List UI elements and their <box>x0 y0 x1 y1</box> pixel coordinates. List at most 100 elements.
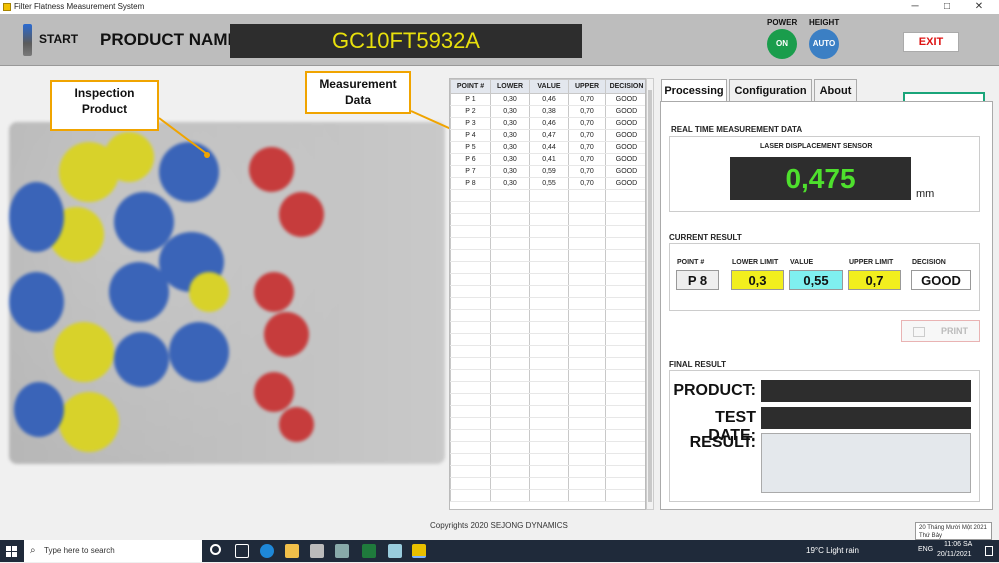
table-row[interactable] <box>450 465 645 478</box>
table-row[interactable] <box>450 405 645 418</box>
table-scroll-thumb[interactable] <box>648 90 652 502</box>
excel-icon[interactable] <box>362 544 376 558</box>
table-row[interactable]: P 6 0,30 0,41 0,70 GOOD <box>450 153 645 166</box>
table-row[interactable]: P 5 0,30 0,44 0,70 GOOD <box>450 141 645 154</box>
table-row[interactable] <box>450 237 645 250</box>
table-cell: P 6 <box>450 153 491 166</box>
table-cell <box>450 453 491 466</box>
table-row[interactable] <box>450 225 645 238</box>
table-cell <box>568 417 606 430</box>
table-cell <box>568 225 606 238</box>
table-cell <box>605 273 645 286</box>
sensor-value-display: 0,475 <box>730 157 911 200</box>
table-row[interactable] <box>450 489 645 502</box>
column-header[interactable]: UPPER <box>568 79 606 94</box>
table-cell: 0,38 <box>529 105 569 118</box>
table-row[interactable] <box>450 333 645 346</box>
table-cell: GOOD <box>605 117 645 130</box>
table-row[interactable]: P 2 0,30 0,38 0,70 GOOD <box>450 105 645 118</box>
column-header[interactable]: LOWER <box>490 79 530 94</box>
table-row[interactable] <box>450 345 645 358</box>
language-indicator[interactable]: ENG <box>918 546 933 553</box>
taskbar-search-input[interactable]: ⌕ Type here to search <box>24 540 202 562</box>
edge-icon[interactable] <box>260 544 274 558</box>
table-row[interactable] <box>450 201 645 214</box>
table-row[interactable] <box>450 297 645 310</box>
clock-time[interactable]: 11:06 SA <box>944 541 972 548</box>
table-cell <box>605 225 645 238</box>
task-view-icon[interactable] <box>235 544 249 558</box>
windows-start-icon[interactable] <box>6 545 18 557</box>
table-row[interactable] <box>450 417 645 430</box>
table-row[interactable] <box>450 477 645 490</box>
table-cell <box>568 321 606 334</box>
table-cell <box>529 429 569 442</box>
table-cell: 0,47 <box>529 129 569 142</box>
table-row[interactable] <box>450 213 645 226</box>
lower-limit-value: 0,3 <box>731 270 784 290</box>
notification-icon[interactable] <box>985 546 993 556</box>
monitor-icon[interactable] <box>335 544 349 558</box>
table-row[interactable] <box>450 357 645 370</box>
table-cell <box>568 453 606 466</box>
table-row[interactable] <box>450 285 645 298</box>
table-cell: P 7 <box>450 165 491 178</box>
table-cell <box>529 309 569 322</box>
cortana-icon[interactable] <box>210 544 221 555</box>
table-row[interactable] <box>450 453 645 466</box>
table-cell <box>605 285 645 298</box>
table-cell <box>450 249 491 262</box>
table-row[interactable]: P 7 0,30 0,59 0,70 GOOD <box>450 165 645 178</box>
table-cell <box>450 441 491 454</box>
table-row[interactable] <box>450 309 645 322</box>
table-row[interactable] <box>450 261 645 274</box>
table-row[interactable]: P 8 0,30 0,55 0,70 GOOD <box>450 177 645 190</box>
app-icon-2[interactable] <box>388 544 402 558</box>
table-cell <box>529 321 569 334</box>
table-row[interactable] <box>450 273 645 286</box>
table-cell: GOOD <box>605 141 645 154</box>
table-cell: 0,46 <box>529 93 569 106</box>
table-cell: 0,46 <box>529 117 569 130</box>
column-header[interactable]: DECISION <box>605 79 645 94</box>
table-row[interactable]: P 3 0,30 0,46 0,70 GOOD <box>450 117 645 130</box>
table-row[interactable] <box>450 249 645 262</box>
table-row[interactable] <box>450 189 645 202</box>
table-row[interactable]: P 4 0,30 0,47 0,70 GOOD <box>450 129 645 142</box>
table-row[interactable] <box>450 429 645 442</box>
table-cell <box>605 213 645 226</box>
store-icon[interactable] <box>310 544 324 558</box>
decision-label: DECISION <box>912 259 946 266</box>
table-cell <box>529 285 569 298</box>
tab-processing[interactable]: Processing <box>661 79 727 101</box>
table-row[interactable] <box>450 441 645 454</box>
file-explorer-icon[interactable] <box>285 544 299 558</box>
table-row[interactable] <box>450 381 645 394</box>
current-result-title: CURRENT RESULT <box>669 233 742 242</box>
table-cell <box>450 201 491 214</box>
table-row[interactable] <box>450 321 645 334</box>
lower-limit-label: LOWER LIMIT <box>732 259 779 266</box>
final-result-label: RESULT: <box>689 434 756 451</box>
table-cell <box>568 201 606 214</box>
table-cell <box>490 477 530 490</box>
column-header[interactable]: POINT # <box>450 79 491 94</box>
final-test-date-value <box>761 407 971 429</box>
table-cell <box>605 357 645 370</box>
table-cell: 0,70 <box>568 105 606 118</box>
column-header[interactable]: VALUE <box>529 79 569 94</box>
print-button[interactable]: PRINT <box>901 320 980 342</box>
clock-date[interactable]: 20/11/2021 <box>937 551 972 558</box>
table-cell <box>490 381 530 394</box>
final-product-label: PRODUCT: <box>673 382 756 399</box>
tab-about[interactable]: About <box>814 79 857 101</box>
tab-configuration[interactable]: Configuration <box>729 79 812 101</box>
measurement-app-taskbar-icon[interactable] <box>412 544 426 558</box>
table-cell: P 1 <box>450 93 491 106</box>
table-row[interactable]: P 1 0,30 0,46 0,70 GOOD <box>450 93 645 106</box>
table-row[interactable] <box>450 369 645 382</box>
weather-text: 19°C Light rain <box>806 546 860 555</box>
table-cell <box>605 381 645 394</box>
table-cell: 0,70 <box>568 165 606 178</box>
table-row[interactable] <box>450 393 645 406</box>
